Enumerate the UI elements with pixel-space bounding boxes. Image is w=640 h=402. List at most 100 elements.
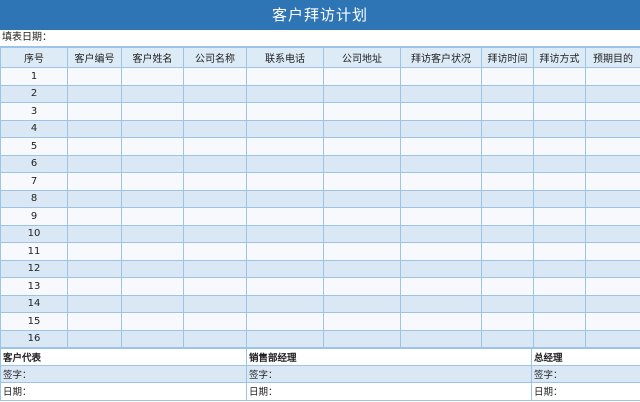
table-cell[interactable] [67,242,122,261]
row-number-cell[interactable]: 6 [0,154,68,173]
table-cell[interactable] [121,102,184,121]
table-cell[interactable] [183,154,247,173]
table-cell[interactable] [67,84,122,103]
table-cell[interactable] [183,189,247,208]
table-cell[interactable] [121,84,184,103]
table-cell[interactable] [183,119,247,138]
table-cell[interactable] [585,102,640,121]
table-cell[interactable] [121,207,184,226]
table-cell[interactable] [67,224,122,243]
table-cell[interactable] [533,312,586,331]
role-sales-manager[interactable]: 销售部经理 [246,347,532,367]
table-cell[interactable] [533,224,586,243]
table-cell[interactable] [533,294,586,313]
row-number-cell[interactable]: 4 [0,119,68,138]
table-cell[interactable] [246,119,324,138]
col-header[interactable]: 公司名称 [183,47,247,68]
table-cell[interactable] [183,312,247,331]
table-cell[interactable] [533,207,586,226]
table-cell[interactable] [585,189,640,208]
table-cell[interactable] [183,242,247,261]
table-cell[interactable] [481,207,534,226]
table-cell[interactable] [323,154,401,173]
table-cell[interactable] [183,277,247,296]
table-cell[interactable] [121,242,184,261]
table-cell[interactable] [67,172,122,191]
row-number-cell[interactable]: 12 [0,259,68,278]
table-cell[interactable] [585,154,640,173]
row-number-cell[interactable]: 11 [0,242,68,261]
row-number-cell[interactable]: 9 [0,207,68,226]
table-cell[interactable] [246,207,324,226]
table-cell[interactable] [121,119,184,138]
table-cell[interactable] [121,259,184,278]
table-cell[interactable] [67,102,122,121]
table-cell[interactable] [323,189,401,208]
row-number-cell[interactable]: 15 [0,312,68,331]
table-cell[interactable] [121,224,184,243]
table-cell[interactable] [400,84,482,103]
row-number-cell[interactable]: 5 [0,137,68,156]
table-cell[interactable] [481,312,534,331]
table-cell[interactable] [533,259,586,278]
row-number-cell[interactable]: 2 [0,84,68,103]
table-cell[interactable] [400,329,482,348]
col-header[interactable]: 客户编号 [67,47,122,68]
date-cell[interactable]: 日期： [246,382,532,401]
table-cell[interactable] [585,329,640,348]
table-cell[interactable] [533,119,586,138]
table-cell[interactable] [121,172,184,191]
col-header[interactable]: 拜访方式 [533,47,586,68]
table-cell[interactable] [183,224,247,243]
table-cell[interactable] [585,119,640,138]
table-cell[interactable] [323,137,401,156]
table-cell[interactable] [400,294,482,313]
table-cell[interactable] [400,172,482,191]
table-cell[interactable] [481,277,534,296]
table-cell[interactable] [323,312,401,331]
table-cell[interactable] [246,67,324,86]
table-cell[interactable] [323,102,401,121]
table-cell[interactable] [246,312,324,331]
row-number-cell[interactable]: 10 [0,224,68,243]
col-header[interactable]: 联系电话 [246,47,324,68]
table-cell[interactable] [246,224,324,243]
table-cell[interactable] [183,259,247,278]
table-cell[interactable] [400,137,482,156]
table-cell[interactable] [246,137,324,156]
table-cell[interactable] [585,84,640,103]
table-cell[interactable] [183,172,247,191]
table-cell[interactable] [585,207,640,226]
table-cell[interactable] [400,102,482,121]
table-cell[interactable] [67,137,122,156]
table-cell[interactable] [246,242,324,261]
table-cell[interactable] [400,119,482,138]
table-cell[interactable] [481,137,534,156]
table-cell[interactable] [533,172,586,191]
table-cell[interactable] [400,189,482,208]
table-cell[interactable] [533,84,586,103]
table-cell[interactable] [67,312,122,331]
row-number-cell[interactable]: 8 [0,189,68,208]
table-cell[interactable] [481,67,534,86]
table-cell[interactable] [121,154,184,173]
table-cell[interactable] [323,259,401,278]
table-cell[interactable] [585,242,640,261]
table-cell[interactable] [585,224,640,243]
row-number-cell[interactable]: 7 [0,172,68,191]
table-cell[interactable] [67,67,122,86]
table-cell[interactable] [67,154,122,173]
fill-date-label[interactable]: 填表日期： [0,30,640,47]
table-cell[interactable] [183,102,247,121]
table-cell[interactable] [121,67,184,86]
table-cell[interactable] [121,277,184,296]
table-cell[interactable] [67,277,122,296]
table-cell[interactable] [400,242,482,261]
col-header[interactable]: 拜访时间 [481,47,534,68]
table-cell[interactable] [67,294,122,313]
table-cell[interactable] [67,259,122,278]
row-number-cell[interactable]: 3 [0,102,68,121]
table-cell[interactable] [585,137,640,156]
table-cell[interactable] [585,172,640,191]
table-cell[interactable] [121,294,184,313]
